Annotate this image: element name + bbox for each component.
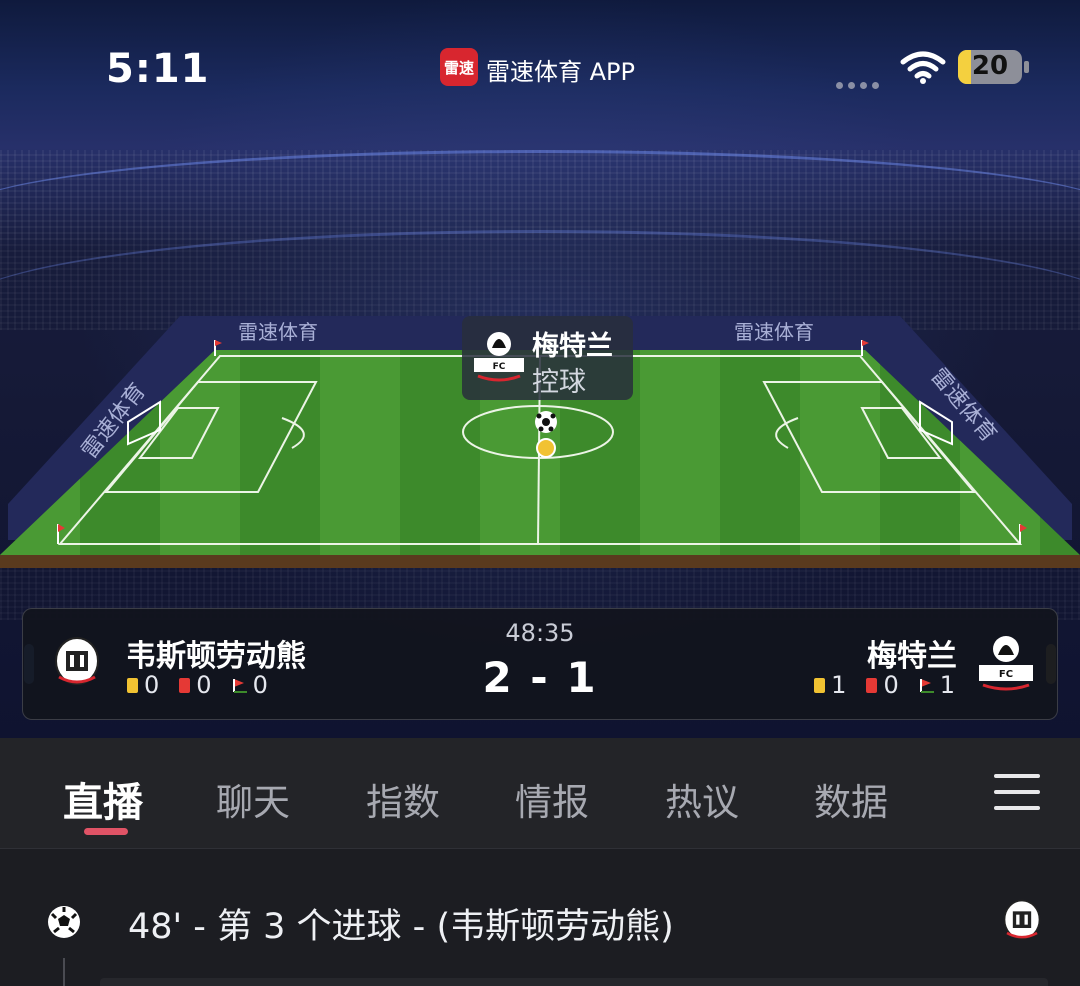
app-name: 雷速体育 APP bbox=[486, 58, 635, 86]
away-team-stats: 1 0 1 bbox=[814, 671, 955, 699]
tab-data[interactable]: 数据 bbox=[814, 772, 888, 826]
home-team-logo-icon bbox=[1003, 899, 1041, 940]
red-card-icon bbox=[866, 677, 878, 693]
svg-text:FC: FC bbox=[999, 669, 1013, 680]
tab-intel[interactable]: 情报 bbox=[515, 772, 589, 826]
soccer-ball-icon bbox=[48, 906, 80, 938]
status-bar: 5:11 雷速 雷速体育 APP 20 bbox=[0, 0, 1080, 130]
yellow-card-icon bbox=[814, 677, 826, 693]
svg-text:FC: FC bbox=[493, 362, 506, 372]
tab-odds[interactable]: 指数 bbox=[366, 772, 440, 826]
timeline-line bbox=[63, 958, 65, 986]
away-team-logo-icon: FC bbox=[979, 636, 1033, 691]
away-yellow-cards: 1 bbox=[831, 671, 847, 699]
event-description: 48' - 第 3 个进球 - (韦斯顿劳动熊) bbox=[128, 907, 674, 947]
tab-chat[interactable]: 聊天 bbox=[216, 772, 290, 826]
signal-icon bbox=[836, 74, 884, 93]
away-corners: 1 bbox=[939, 671, 955, 699]
clock: 5:11 bbox=[106, 46, 210, 92]
svg-text:雷速体育: 雷速体育 bbox=[238, 320, 318, 344]
tab-bar: 直播 聊天 指数 情报 热议 数据 bbox=[0, 738, 1080, 849]
tab-discussion[interactable]: 热议 bbox=[665, 772, 739, 826]
battery-icon: 20 bbox=[958, 50, 1022, 84]
active-tab-indicator bbox=[84, 828, 128, 835]
battery-level: 20 bbox=[971, 51, 1009, 81]
battery-tip bbox=[1024, 61, 1029, 73]
away-red-cards: 0 bbox=[883, 671, 899, 699]
possession-label: 控球 bbox=[532, 367, 586, 398]
wifi-icon bbox=[900, 51, 946, 84]
possession-team: 梅特兰 bbox=[532, 331, 613, 362]
corner-flag-icon bbox=[919, 679, 934, 693]
tab-live[interactable]: 直播 bbox=[63, 770, 143, 828]
next-event-card[interactable] bbox=[100, 978, 1048, 986]
possession-popup: FC 梅特兰 控球 bbox=[462, 316, 633, 400]
away-team-name: 梅特兰 bbox=[867, 639, 957, 674]
app-logo-icon: 雷速 bbox=[440, 48, 478, 86]
maitland-logo-icon: FC bbox=[474, 332, 524, 382]
scoreboard[interactable]: 韦斯顿劳动熊 0 0 0 48:35 2 - 1 梅特兰 1 0 1 FC bbox=[22, 608, 1058, 720]
svg-text:雷速体育: 雷速体育 bbox=[734, 320, 814, 344]
menu-icon[interactable] bbox=[994, 774, 1040, 814]
